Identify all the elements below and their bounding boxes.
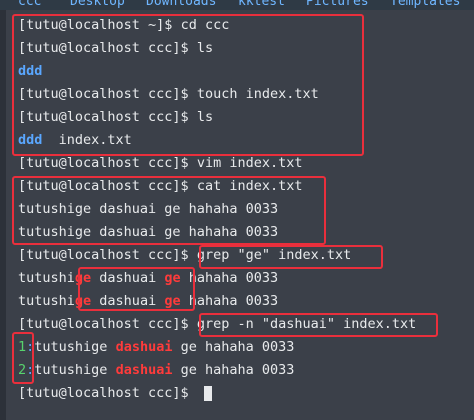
annotation-box-grep-cmd xyxy=(199,245,383,269)
text-cursor xyxy=(204,386,212,401)
folder-kktest: kktest xyxy=(238,0,285,9)
output-text: ge hahaha 0033 xyxy=(172,362,295,378)
folder-desktop: Desktop xyxy=(70,0,125,9)
terminal-window[interactable]: ccc Desktop Downloads kktest Pictures Te… xyxy=(0,0,474,420)
folder-ccc: ccc xyxy=(18,0,42,9)
grep-match: dashuai xyxy=(115,339,173,355)
output-text: tutushige xyxy=(34,362,116,378)
terminal-input-line[interactable]: [tutu@localhost ccc]$ xyxy=(18,382,197,404)
terminal-line: 1:tutushige dashuai ge hahaha 0033 xyxy=(18,336,294,358)
output-text: hahaha 0033 xyxy=(180,293,279,309)
output-text: tutushige xyxy=(34,339,116,355)
command-input[interactable] xyxy=(189,385,197,401)
output-text: hahaha 0033 xyxy=(180,270,279,286)
annotation-box-grep-matches xyxy=(78,267,195,311)
annotation-box-cat xyxy=(12,176,326,245)
command: vim index.txt xyxy=(188,155,303,171)
output-text: tutushi xyxy=(18,270,75,286)
prompt: [tutu@localhost ccc]$ xyxy=(18,316,189,332)
output-text: tutushi xyxy=(18,293,75,309)
prompt: [tutu@localhost ccc]$ xyxy=(18,155,189,171)
folder-templates: Templates xyxy=(390,0,461,9)
prompt: [tutu@localhost ccc]$ xyxy=(18,247,189,263)
annotation-box-line-numbers xyxy=(12,332,34,384)
prompt: [tutu@localhost ccc]$ xyxy=(18,385,189,401)
previous-output-strip: ccc Desktop Downloads kktest Pictures Te… xyxy=(0,0,474,10)
grep-match: dashuai xyxy=(115,362,173,378)
terminal-line: 2:tutushige dashuai ge hahaha 0033 xyxy=(18,359,294,381)
annotation-box-ls-touch xyxy=(12,14,364,156)
folder-pictures: Pictures xyxy=(306,0,369,9)
window-edge xyxy=(0,10,6,420)
output-text: ge hahaha 0033 xyxy=(172,339,295,355)
folder-downloads: Downloads xyxy=(146,0,217,9)
annotation-box-grep-n-cmd xyxy=(199,313,438,337)
